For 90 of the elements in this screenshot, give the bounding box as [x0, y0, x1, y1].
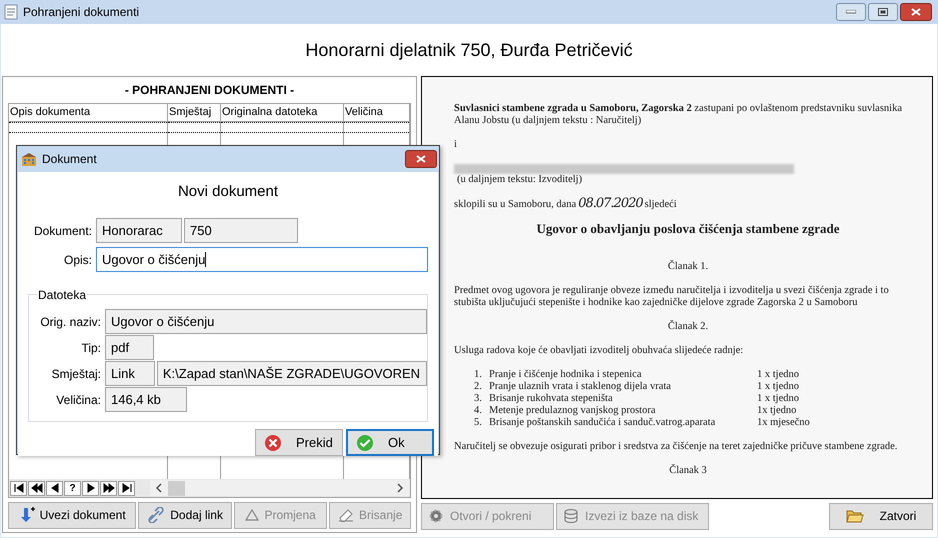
table-cell[interactable] [221, 122, 343, 133]
field-label: Opis: [62, 252, 93, 268]
list-item-frequency: 1 x tjedno [757, 381, 799, 393]
previous-record-icon [48, 482, 60, 494]
field-label: Veličina: [55, 392, 102, 408]
field-label: Smještaj: [50, 366, 102, 382]
first-record-icon [12, 482, 24, 494]
document-paragraph: Predmet ovog ugovora je reguliranje obveze između naručitelja i izvoditelja u svezi čišćenja zgrade i to stubišta uključujući stepenište i hodnike kao zajedničke dijelove zgrade Zagorska 2 u Samoboru [454, 285, 890, 309]
building-icon [21, 152, 37, 166]
article-heading: Članak 2. [666, 321, 710, 333]
check-icon [356, 434, 374, 452]
cancel-icon [264, 434, 282, 452]
folder-icon [846, 508, 864, 524]
horizontal-scrollbar[interactable] [150, 480, 409, 496]
nav-button[interactable] [100, 480, 117, 496]
gear-icon [428, 508, 444, 524]
panel-title: - POHRANJENI DOKUMENTI - [124, 82, 296, 99]
chain-link-icon [147, 507, 166, 523]
minimize-button[interactable] [836, 3, 866, 21]
article-heading: Članak 1. [666, 261, 710, 273]
handwritten-date: 08.07.2020 [578, 198, 643, 210]
close-button[interactable] [405, 150, 437, 168]
nav-button[interactable] [46, 480, 63, 496]
scrollbar-thumb[interactable] [168, 480, 185, 496]
table-cell[interactable] [344, 122, 409, 133]
document-text: sklopili su u Samoboru, dana [454, 199, 576, 211]
list-item-text: Metenje predulaznog vanjskog prostora [489, 405, 656, 417]
close-button[interactable] [900, 3, 932, 21]
dialog-heading: Novi dokument [178, 182, 278, 202]
list-item-text: Pranje i čišćenje hodnika i stepenica [489, 369, 642, 381]
close-icon [911, 8, 921, 16]
document-text: (u daljnjem tekstu: Izvoditelj) [457, 174, 582, 186]
window-heading: Honorarni djelatnik 750, Đurđa Petričević [304, 38, 634, 62]
article-heading: Članak 3 [668, 465, 708, 477]
document-paragraph: i [454, 139, 458, 151]
scroll-left-icon [154, 483, 164, 493]
toolbar-button[interactable]: Dodaj link [138, 502, 232, 528]
nav-button[interactable] [82, 480, 99, 496]
table-cell[interactable] [168, 122, 220, 133]
next-record-icon [84, 482, 96, 494]
database-icon [563, 508, 579, 524]
list-number: 5. [474, 417, 483, 429]
column-header[interactable]: Originalna datoteka [221, 104, 344, 121]
column-header[interactable]: Opis dokumenta [9, 104, 168, 121]
text-cursor [205, 252, 206, 267]
list-item-frequency: 1x tjedno [757, 405, 796, 417]
list-item-frequency: 1x mjesečno [757, 417, 810, 429]
maximize-button[interactable] [868, 3, 898, 21]
dialog-button[interactable]: Prekid [255, 429, 343, 456]
list-number: 1. [474, 369, 483, 381]
list-item-text: Pranje ulaznih vrata i staklenog dijela vrata [489, 381, 672, 393]
window-title: Pohranjeni dokumenti [23, 4, 140, 21]
input-field[interactable]: Ugovor o čišćenju [96, 247, 428, 272]
document-title: Ugovor o obavljanju poslova čišćenja stambene zgrade [535, 223, 841, 235]
list-number: 4. [474, 405, 483, 417]
dialog-title: Dokument [42, 151, 97, 168]
list-number: 2. [474, 381, 483, 393]
toolbar-button[interactable]: Uvezi dokument [8, 502, 136, 528]
column-header[interactable]: Smještaj [168, 104, 221, 121]
arrow-down-plus-icon [18, 507, 35, 523]
nav-button[interactable] [118, 480, 135, 496]
nav-button[interactable] [10, 480, 27, 496]
table-cell[interactable] [9, 122, 167, 133]
dialog-button[interactable]: Ok [346, 429, 434, 456]
list-item-frequency: 1 x tjedno [757, 393, 799, 405]
close-icon [416, 155, 426, 163]
list-item-frequency: 1 x tjedno [757, 369, 799, 381]
previous-page-icon [30, 482, 42, 494]
triangle-icon [245, 509, 260, 521]
list-item-text: Brisanje poštanskih sandučića i sanduč.vatrog.aparata [489, 417, 716, 429]
scroll-right-icon [395, 483, 405, 493]
field-label: Dokument: [32, 222, 93, 240]
help-button[interactable]: ? [64, 480, 81, 496]
minimize-icon [846, 10, 856, 14]
document-paragraph: Naručitelj se obvezuje osigurati pribor i sredstva za čišćenje na teret zajedničke pričuve stambene zgrade. [454, 441, 898, 453]
document-paragraph: Usluga radova koje će obavljati izvoditelj obuhvaća slijedeće radnje: [454, 345, 744, 357]
column-header[interactable]: Veličina [344, 104, 410, 121]
maximize-icon [878, 8, 888, 16]
list-number: 3. [474, 393, 483, 405]
list-item-text: Brisanje rukohvata stepeništa [489, 393, 614, 405]
field-label: Orig. naziv: [39, 314, 102, 330]
document-icon [4, 4, 18, 20]
next-page-icon [102, 482, 114, 494]
eraser-icon [338, 508, 354, 522]
last-record-icon [120, 482, 132, 494]
document-paragraph: Suvlasnici stambene zgrada u Samoboru, Zagorska 2 zastupani po ovlaštenom predstavniku suvlasnika Alanu Jobstu (u daljnjem tekstu : Naručitelj) [454, 103, 904, 127]
nav-button[interactable] [28, 480, 45, 496]
field-label: Tip: [80, 340, 102, 356]
document-text: sljedeći [644, 199, 677, 211]
toolbar-button[interactable]: Zatvori [829, 502, 933, 530]
